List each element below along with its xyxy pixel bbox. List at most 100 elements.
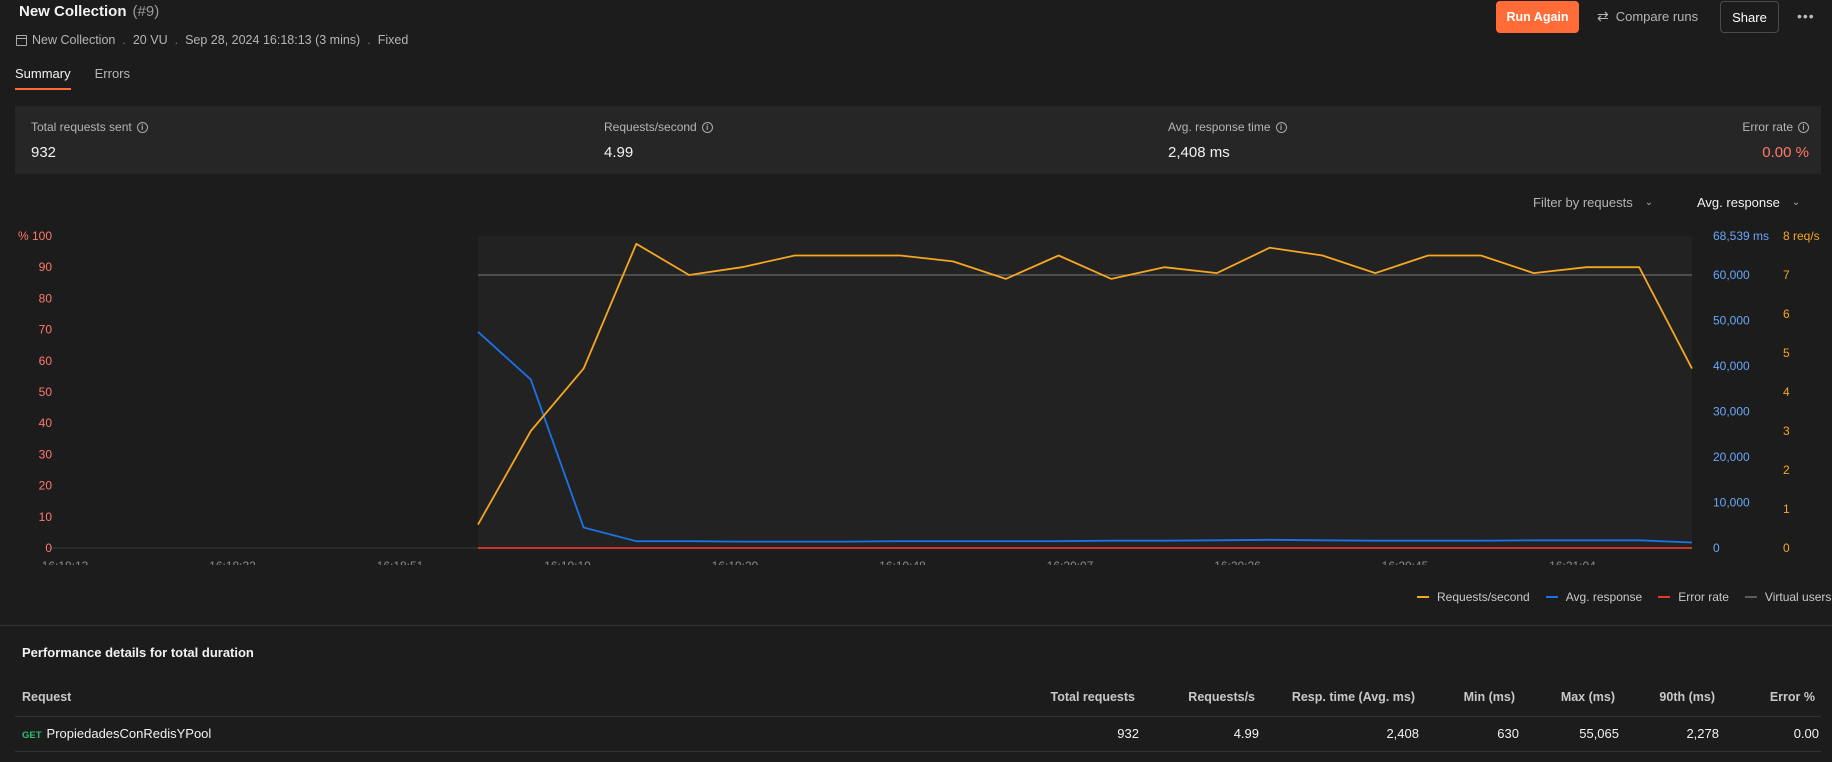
x-tick: 16:18:51: [377, 559, 424, 565]
y-right-tick: 2: [1783, 463, 1790, 477]
cell-avg: 2,408: [1386, 726, 1419, 741]
y-mid-tick: 20,000: [1713, 450, 1750, 464]
y-mid-tick: 10,000: [1713, 495, 1750, 509]
info-icon[interactable]: i: [1275, 121, 1287, 133]
meta-separator: .: [174, 33, 179, 47]
stat-avg-response: Avg. response time i 2,408 ms: [1168, 120, 1287, 161]
cell-rps: 4.99: [1233, 726, 1259, 741]
legend-swatch-requests: [1417, 596, 1429, 598]
y-left-tick: 90: [39, 260, 53, 274]
y-left-tick: 50: [39, 385, 53, 399]
x-tick: 16:20:26: [1214, 559, 1261, 565]
y-mid-tick: 50,000: [1713, 313, 1750, 327]
y-right-tick: 4: [1783, 385, 1790, 399]
y-right-tick: 0: [1783, 541, 1790, 555]
y-right-tick: 5: [1783, 346, 1790, 360]
stat-label: Error rate: [1742, 120, 1793, 134]
summary-stats: Total requests sent i 932 Requests/second…: [15, 106, 1821, 174]
legend-vu: Virtual users: [1764, 590, 1832, 604]
collection-name: New Collection: [19, 3, 127, 20]
col-rps: Requests/s: [1188, 690, 1255, 704]
perf-table-header: Request Total requests Requests/s Resp. …: [0, 690, 1832, 714]
run-again-button[interactable]: Run Again: [1496, 1, 1579, 33]
run-meta: New Collection . 20 VU . Sep 28, 2024 16…: [16, 33, 408, 47]
meta-separator: .: [122, 33, 126, 47]
stat-value: 2,408 ms: [1168, 144, 1230, 161]
y-mid-tick: 40,000: [1713, 359, 1750, 373]
performance-chart: % 100908070605040302010068,539 ms60,00050…: [18, 229, 1820, 565]
filter-requests-dropdown[interactable]: Filter by requests ⌄: [1533, 195, 1653, 210]
stat-value: 0.00 %: [1762, 144, 1809, 161]
legend-swatch-vu: [1744, 596, 1757, 598]
compare-runs-button[interactable]: ⇄ Compare runs: [1597, 8, 1698, 25]
meta-separator: .: [367, 33, 371, 47]
meta-vu: 20 VU: [132, 33, 168, 47]
perf-title: Performance details for total duration: [22, 645, 254, 660]
cell-min: 630: [1497, 726, 1519, 741]
x-tick: 16:20:45: [1382, 559, 1429, 565]
y-left-tick: 40: [39, 416, 53, 430]
y-mid-tick: 60,000: [1713, 268, 1750, 282]
collection-icon: [16, 34, 27, 46]
y-left-unit: %: [18, 229, 29, 243]
y-right-tick: 8 req/s: [1783, 229, 1820, 243]
col-total: Total requests: [1050, 690, 1135, 704]
stat-label: Requests/second: [604, 120, 697, 134]
legend-swatch-response: [1545, 596, 1558, 598]
y-right-tick: 3: [1783, 424, 1790, 438]
y-mid-tick: 30,000: [1713, 404, 1750, 418]
tab-summary[interactable]: Summary: [15, 66, 71, 90]
y-left-tick: 60: [39, 354, 53, 368]
method-badge: GET: [22, 730, 42, 741]
more-options-icon[interactable]: •••: [1797, 8, 1815, 24]
y-right-tick: 7: [1783, 268, 1790, 282]
x-tick: 16:19:10: [544, 559, 591, 565]
y-left-tick: 0: [45, 541, 52, 555]
metric-dropdown[interactable]: Avg. response ⌄: [1697, 195, 1800, 210]
col-err: Error %: [1769, 690, 1815, 704]
y-right-tick: 6: [1783, 307, 1790, 321]
y-mid-tick: 0: [1713, 541, 1720, 555]
stat-requests-per-second: Requests/second i 4.99: [604, 120, 713, 161]
y-left-tick: 20: [39, 479, 53, 493]
x-tick: 16:18:32: [209, 559, 256, 565]
y-left-tick: 30: [39, 447, 53, 461]
share-button[interactable]: Share: [1720, 1, 1779, 33]
x-tick: 16:20:07: [1047, 559, 1094, 565]
stat-value: 932: [31, 144, 57, 161]
info-icon[interactable]: i: [1798, 121, 1809, 133]
stat-value: 4.99: [604, 144, 634, 161]
x-tick: 16:21:04: [1549, 559, 1596, 565]
stat-label: Total requests sent: [31, 120, 132, 134]
y-mid-tick: 68,539 ms: [1713, 229, 1769, 243]
table-row[interactable]: GET PropiedadesConRedisYPool 932 4.99 2,4…: [15, 716, 1821, 752]
col-p90: 90th (ms): [1659, 690, 1715, 704]
request-name: PropiedadesConRedisYPool: [46, 726, 212, 741]
info-icon[interactable]: i: [701, 121, 713, 133]
x-tick: 16:18:13: [42, 559, 89, 565]
y-right-tick: 1: [1783, 502, 1790, 516]
meta-profile: Fixed: [377, 33, 409, 47]
y-left-tick: 100: [32, 229, 52, 243]
section-divider: [0, 625, 1832, 626]
meta-collection: New Collection: [32, 33, 116, 47]
cell-total: 932: [1117, 726, 1139, 741]
col-avg: Resp. time (Avg. ms): [1291, 690, 1415, 704]
info-icon[interactable]: i: [136, 121, 148, 133]
load-region: [478, 236, 1692, 548]
chevron-down-icon: ⌄: [1791, 197, 1801, 208]
stat-label: Avg. response time: [1168, 120, 1271, 134]
col-min: Min (ms): [1463, 690, 1515, 704]
page-title: New Collection (#9): [19, 3, 159, 20]
y-left-tick: 80: [39, 291, 53, 305]
col-max: Max (ms): [1560, 690, 1615, 704]
filter-requests-label: Filter by requests: [1533, 195, 1633, 210]
chevron-down-icon: ⌄: [1644, 197, 1654, 208]
col-request: Request: [22, 690, 72, 704]
y-left-tick: 10: [39, 510, 53, 524]
tab-errors[interactable]: Errors: [95, 66, 130, 90]
x-tick: 16:19:29: [712, 559, 759, 565]
tab-bar: Summary Errors: [15, 66, 154, 90]
stat-total-requests: Total requests sent i 932: [31, 120, 148, 161]
cell-p90: 2,278: [1686, 726, 1719, 741]
